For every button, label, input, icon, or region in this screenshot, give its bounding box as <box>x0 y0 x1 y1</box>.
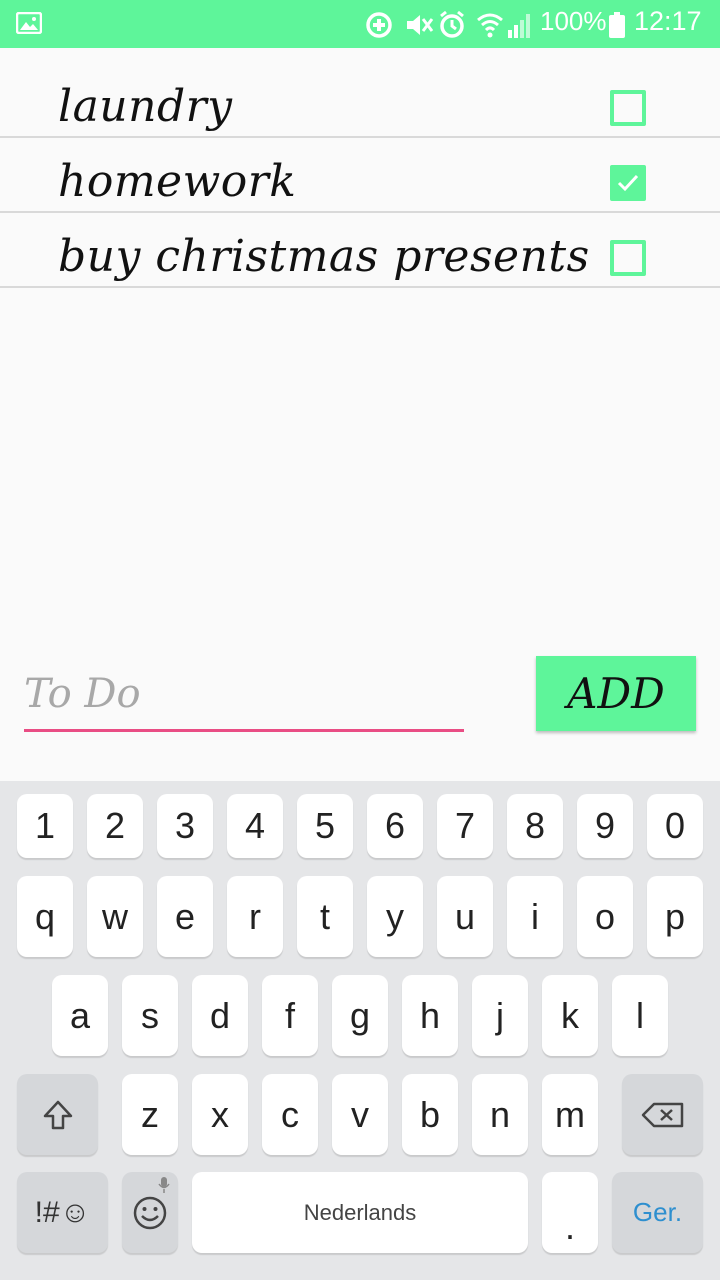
key-j[interactable]: j <box>472 975 528 1056</box>
key-k[interactable]: k <box>542 975 598 1056</box>
todo-checkbox-checked[interactable] <box>610 165 646 201</box>
key-g[interactable]: g <box>332 975 388 1056</box>
todo-input[interactable] <box>24 664 464 724</box>
key-b[interactable]: b <box>402 1074 458 1155</box>
todo-input-container <box>24 664 464 732</box>
key-y[interactable]: y <box>367 876 423 957</box>
key-i[interactable]: i <box>507 876 563 957</box>
key-m[interactable]: m <box>542 1074 598 1155</box>
backspace-icon <box>641 1102 683 1127</box>
todo-list: laundry homework buy christmas presents <box>0 48 720 288</box>
key-o[interactable]: o <box>577 876 633 957</box>
key-7[interactable]: 7 <box>437 794 493 858</box>
checkmark-icon <box>617 174 639 192</box>
key-r[interactable]: r <box>227 876 283 957</box>
key-2[interactable]: 2 <box>87 794 143 858</box>
key-h[interactable]: h <box>402 975 458 1056</box>
key-3[interactable]: 3 <box>157 794 213 858</box>
enter-key-label: Ger. <box>632 1197 683 1227</box>
todo-item-text: buy christmas presents <box>58 231 590 282</box>
key-4[interactable]: 4 <box>227 794 283 858</box>
todo-item[interactable]: laundry <box>0 48 720 138</box>
key-d[interactable]: d <box>192 975 248 1056</box>
status-bar: 100% 12:17 <box>0 0 720 48</box>
todo-item[interactable]: homework <box>0 138 720 213</box>
key-l[interactable]: l <box>612 975 668 1056</box>
enter-key[interactable]: Ger. <box>612 1172 703 1253</box>
key-z[interactable]: z <box>122 1074 178 1155</box>
clock: 12:17 <box>634 6 702 36</box>
key-9[interactable]: 9 <box>577 794 633 858</box>
key-a[interactable]: a <box>52 975 108 1056</box>
key-f[interactable]: f <box>262 975 318 1056</box>
microphone-icon <box>158 1177 170 1193</box>
mute-icon <box>407 15 434 35</box>
todo-checkbox[interactable] <box>610 240 646 276</box>
key-p[interactable]: p <box>647 876 703 957</box>
keyboard: 1 2 3 4 5 6 7 8 9 0 q w e r t y u i o p … <box>0 781 720 1280</box>
data-saver-icon <box>366 12 392 38</box>
key-q[interactable]: q <box>17 876 73 957</box>
todo-item-text: laundry <box>58 81 233 132</box>
backspace-key[interactable] <box>622 1074 703 1155</box>
key-w[interactable]: w <box>87 876 143 957</box>
key-x[interactable]: x <box>192 1074 248 1155</box>
alarm-icon <box>440 10 464 38</box>
space-key-label: Nederlands <box>303 1199 417 1225</box>
key-e[interactable]: e <box>157 876 213 957</box>
key-6[interactable]: 6 <box>367 794 423 858</box>
space-key[interactable]: Nederlands <box>192 1172 528 1253</box>
emoji-key[interactable] <box>122 1172 178 1253</box>
key-u[interactable]: u <box>437 876 493 957</box>
add-button[interactable]: ADD <box>536 656 696 731</box>
signal-icon <box>508 14 530 38</box>
shift-key[interactable] <box>17 1074 98 1155</box>
emoji-icon <box>133 1196 167 1229</box>
battery-percent: 100% <box>540 6 607 36</box>
key-5[interactable]: 5 <box>297 794 353 858</box>
gallery-icon <box>16 12 42 34</box>
battery-icon <box>609 12 625 38</box>
period-key[interactable]: . <box>542 1172 598 1253</box>
key-c[interactable]: c <box>262 1074 318 1155</box>
todo-item[interactable]: buy christmas presents <box>0 213 720 288</box>
key-8[interactable]: 8 <box>507 794 563 858</box>
key-t[interactable]: t <box>297 876 353 957</box>
symbols-key[interactable]: !#☺ <box>17 1172 108 1253</box>
todo-checkbox[interactable] <box>610 90 646 126</box>
symbols-key-label: !#☺ <box>34 1195 91 1229</box>
key-1[interactable]: 1 <box>17 794 73 858</box>
shift-icon <box>43 1100 72 1129</box>
key-s[interactable]: s <box>122 975 178 1056</box>
key-v[interactable]: v <box>332 1074 388 1155</box>
key-n[interactable]: n <box>472 1074 528 1155</box>
period-key-label: . <box>564 1205 575 1247</box>
todo-item-text: homework <box>58 156 297 207</box>
key-0[interactable]: 0 <box>647 794 703 858</box>
wifi-icon <box>477 13 503 38</box>
